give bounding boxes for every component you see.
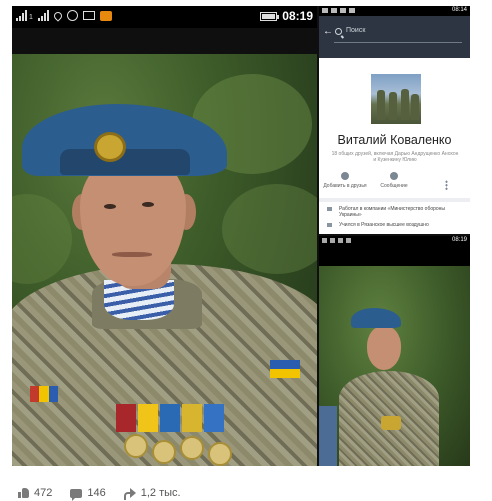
signal-icon <box>37 10 49 21</box>
signal-icon: 1 <box>16 10 33 21</box>
add-friend-button[interactable]: Добавить в друзья <box>323 172 367 189</box>
search-input[interactable]: Поиск <box>346 27 365 34</box>
beret-badge <box>94 132 126 162</box>
soldier-portrait <box>12 54 317 466</box>
share-count: 1,2 тыс. <box>140 487 181 499</box>
viber-icon <box>66 10 78 21</box>
back-arrow-icon[interactable]: ← <box>323 26 333 37</box>
image-icon <box>82 11 95 20</box>
post-actions: 472 146 1,2 тыс. <box>18 486 181 501</box>
large-photo-panel[interactable]: 1 08:19 <box>12 6 317 466</box>
location-icon <box>52 9 64 22</box>
avatar[interactable] <box>369 72 423 126</box>
search-icon <box>335 28 342 35</box>
status-time: 08:19 <box>282 9 313 23</box>
post-card: 1 08:19 08:14 ← Поиск Виталий Коваленко … <box>0 0 492 501</box>
comment-icon <box>70 488 83 501</box>
status-bar: 1 08:19 <box>12 6 317 28</box>
message-button[interactable]: Сообщение <box>372 172 416 189</box>
add-friend-icon <box>341 172 349 180</box>
work-info: Работал в компании «Министерство обороны… <box>327 206 463 218</box>
like-button[interactable]: 472 <box>18 487 52 499</box>
soldier-photo-small <box>319 266 470 466</box>
small-photo-panel[interactable]: 08:19 <box>319 236 470 466</box>
ok-icon <box>99 10 112 21</box>
status-bar: 08:14 <box>319 6 470 16</box>
like-icon <box>18 488 29 498</box>
photo-collage[interactable]: 1 08:19 08:14 ← Поиск Виталий Коваленко … <box>12 6 470 466</box>
comment-button[interactable]: 146 <box>70 487 106 501</box>
profile-screenshot[interactable]: 08:14 ← Поиск Виталий Коваленко 18 общих… <box>319 6 470 234</box>
more-icon[interactable] <box>445 180 448 190</box>
share-button[interactable]: 1,2 тыс. <box>123 487 181 500</box>
ukraine-flag-patch <box>270 360 300 378</box>
comment-count: 146 <box>87 487 106 499</box>
search-header: ← Поиск <box>319 16 470 58</box>
battery-icon <box>260 11 280 21</box>
status-bar: 08:19 <box>319 236 470 246</box>
profile-name: Виталий Коваленко <box>337 133 452 147</box>
medal-ribbons <box>116 404 224 432</box>
education-info: Учился в Рязанское высшее воздушно <box>327 222 463 228</box>
message-icon <box>390 172 398 180</box>
mutual-friends: 18 общих друзей, включая Дарью Андрущенк… <box>331 151 459 163</box>
like-count: 472 <box>34 487 53 499</box>
share-icon <box>123 488 136 500</box>
